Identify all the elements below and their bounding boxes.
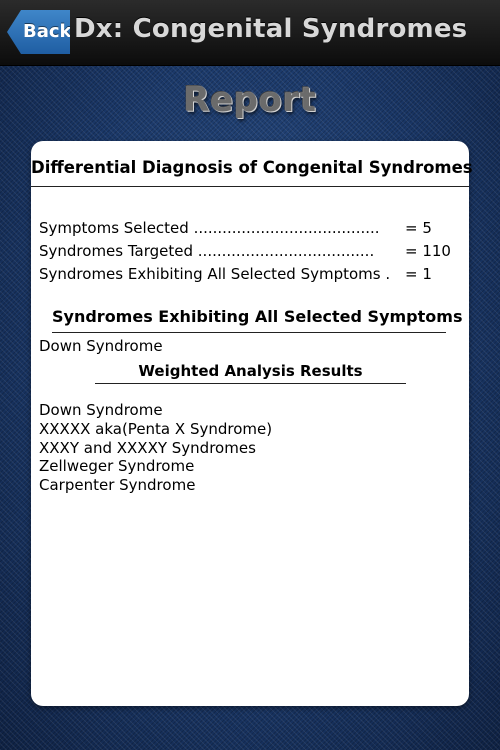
stat-value: = 110: [405, 242, 451, 260]
list-item: Carpenter Syndrome: [39, 476, 196, 495]
stat-value: = 1: [405, 265, 432, 283]
stat-row-syndromes-targeted: Syndromes Targeted .....................…: [39, 242, 459, 265]
weighted-results-list: Down Syndrome XXXXX aka(Penta X Syndrome…: [39, 401, 272, 495]
list-item: XXXY and XXXXY Syndromes: [39, 438, 256, 457]
list-item: Zellweger Syndrome: [39, 457, 195, 476]
stat-label: Symptoms Selected ......................…: [39, 219, 380, 237]
list-item: XXXXX aka(Penta X Syndrome): [39, 419, 273, 438]
stats-list: Symptoms Selected ......................…: [39, 219, 459, 288]
weighted-heading: Weighted Analysis Results: [95, 361, 406, 384]
navigation-bar: Back Dx: Congenital Syndromes: [0, 0, 500, 66]
back-button[interactable]: Back: [7, 10, 70, 54]
nav-title: Dx: Congenital Syndromes: [74, 14, 468, 44]
list-item: Down Syndrome: [39, 401, 163, 419]
all-symptoms-heading: Syndromes Exhibiting All Selected Sympto…: [52, 306, 462, 333]
stat-label: Syndromes Exhibiting All Selected Sympto…: [39, 265, 391, 283]
report-panel: Differential Diagnosis of Congenital Syn…: [31, 141, 473, 706]
stat-row-exhibiting-all: Syndromes Exhibiting All Selected Sympto…: [39, 265, 459, 288]
stat-value: = 5: [405, 219, 432, 237]
stat-label: Syndromes Targeted .....................…: [39, 242, 375, 260]
page-heading: Report: [183, 80, 317, 120]
report-title: Differential Diagnosis of Congenital Syn…: [31, 153, 473, 187]
list-item: Down Syndrome: [39, 337, 163, 355]
stat-row-symptoms-selected: Symptoms Selected ......................…: [39, 219, 459, 242]
